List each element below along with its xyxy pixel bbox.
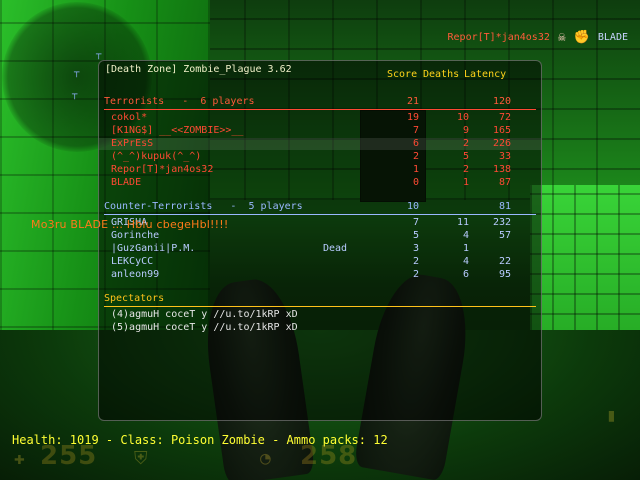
player-score: 3 <box>412 243 419 254</box>
radar-marker-icon: ┬ <box>96 50 102 60</box>
team-score: 10 <box>406 201 419 212</box>
player-name: (^_^)kupuk(^_^) <box>111 151 202 162</box>
shield-icon: ⛨ <box>134 448 148 469</box>
skull-icon: ☠ <box>557 30 566 45</box>
player-deaths: 1 <box>462 177 469 188</box>
player-score: 1 <box>412 164 419 175</box>
player-latency: 87 <box>498 177 511 188</box>
column-header-deaths: Deaths <box>423 69 460 80</box>
scoreboard: [Death Zone] Zombie_Plague 3.62 Score De… <box>98 60 542 421</box>
killer-name: Repor[T]*jan4os32 <box>447 32 550 43</box>
player-score: 0 <box>412 177 419 188</box>
spectator-row: (5)agmuH coceT y //u.to/1kRP xD <box>99 322 541 334</box>
player-latency: 226 <box>492 138 511 149</box>
player-row: [K1NG$] __<<ZOMBIE>>__ 7 9 165 <box>99 125 541 137</box>
spectators-header: Spectators <box>99 293 541 305</box>
column-header-latency: Latency <box>464 69 507 80</box>
player-latency: 95 <box>498 269 511 280</box>
plus-icon: ✚ <box>14 448 25 469</box>
weapon-icon: ✊ <box>573 30 590 45</box>
player-score: 2 <box>412 256 419 267</box>
player-deaths: 9 <box>462 125 469 136</box>
team-header-terrorists: Terrorists - 6 players 21 120 <box>99 96 541 108</box>
health-counter: 255 <box>40 441 98 471</box>
team-label: Terrorists - 6 players <box>104 96 255 107</box>
spectator-name: (5)agmuH coceT y //u.to/1kRP xD <box>111 322 298 333</box>
player-deaths: 10 <box>456 112 469 123</box>
team-divider <box>104 214 536 215</box>
player-row: Gorinche 5 4 57 <box>99 230 541 242</box>
team-score: 21 <box>406 96 419 107</box>
player-score: 6 <box>412 138 419 149</box>
player-name: ExPrEsS <box>111 138 154 149</box>
player-deaths: 11 <box>456 217 469 228</box>
team-label: Counter-Terrorists - 5 players <box>104 201 303 212</box>
player-name: [K1NG$] __<<ZOMBIE>>__ <box>111 125 244 136</box>
player-deaths: 2 <box>462 138 469 149</box>
player-deaths: 2 <box>462 164 469 175</box>
player-name: cokol* <box>111 112 148 123</box>
player-row-highlighted: ExPrEsS 6 2 226 <box>99 138 541 150</box>
player-latency: 232 <box>492 217 511 228</box>
player-latency: 72 <box>498 112 511 123</box>
player-deaths: 4 <box>462 230 469 241</box>
player-row: |GuzGanii|P.M. Dead 3 1 <box>99 243 541 255</box>
player-name: anleon99 <box>111 269 160 280</box>
armor-counter: 258 <box>300 441 358 471</box>
player-name: LEKCyCC <box>111 256 154 267</box>
spectators-label: Spectators <box>104 293 165 304</box>
player-deaths: 4 <box>462 256 469 267</box>
chat-message: Mo3ru BLADE ... Hblu cbegeHbl!!!! <box>31 218 229 231</box>
player-latency: 165 <box>492 125 511 136</box>
player-row: (^_^)kupuk(^_^) 2 5 33 <box>99 151 541 163</box>
player-name: Gorinche <box>111 230 160 241</box>
timer-icon: ◔ <box>260 448 271 469</box>
column-header-score: Score <box>387 69 418 80</box>
player-deaths: 5 <box>462 151 469 162</box>
spectator-row: (4)agmuH coceT y //u.to/1kRP xD <box>99 309 541 321</box>
spectator-name: (4)agmuH coceT y //u.to/1kRP xD <box>111 309 298 320</box>
player-name: Repor[T]*jan4os32 <box>111 164 214 175</box>
radar-marker-icon: ┬ <box>72 90 78 100</box>
spectators-divider <box>104 306 536 307</box>
player-latency: 33 <box>498 151 511 162</box>
radar-marker-icon: ┬ <box>74 68 80 78</box>
team-header-counter-terrorists: Counter-Terrorists - 5 players 10 81 <box>99 201 541 213</box>
player-row: Repor[T]*jan4os32 1 2 138 <box>99 164 541 176</box>
player-score: 2 <box>412 151 419 162</box>
player-deaths: 1 <box>462 243 469 254</box>
player-deaths: 6 <box>462 269 469 280</box>
victim-name: BLADE <box>597 32 628 43</box>
player-name: BLADE <box>111 177 142 188</box>
player-latency: 138 <box>492 164 511 175</box>
player-row: BLADE 0 1 87 <box>99 177 541 189</box>
player-status: Dead <box>323 243 348 254</box>
player-row: cokol* 19 10 72 <box>99 112 541 124</box>
player-score: 7 <box>412 125 419 136</box>
player-latency: 57 <box>498 230 511 241</box>
server-title: [Death Zone] Zombie_Plague 3.62 <box>105 64 292 75</box>
player-score: 5 <box>412 230 419 241</box>
player-row: LEKCyCC 2 4 22 <box>99 256 541 268</box>
player-score: 2 <box>412 269 419 280</box>
team-latency: 81 <box>498 201 511 212</box>
team-divider <box>104 109 536 110</box>
player-latency: 22 <box>498 256 511 267</box>
kill-feed: Repor[T]*jan4os32 ☠ ✊ BLADE <box>448 30 628 45</box>
team-latency: 120 <box>492 96 511 107</box>
player-row: anleon99 2 6 95 <box>99 269 541 281</box>
player-name: |GuzGanii|P.M. <box>111 243 196 254</box>
player-score: 19 <box>406 112 419 123</box>
player-score: 7 <box>412 217 419 228</box>
ammo-icon: ▮ <box>606 405 617 426</box>
